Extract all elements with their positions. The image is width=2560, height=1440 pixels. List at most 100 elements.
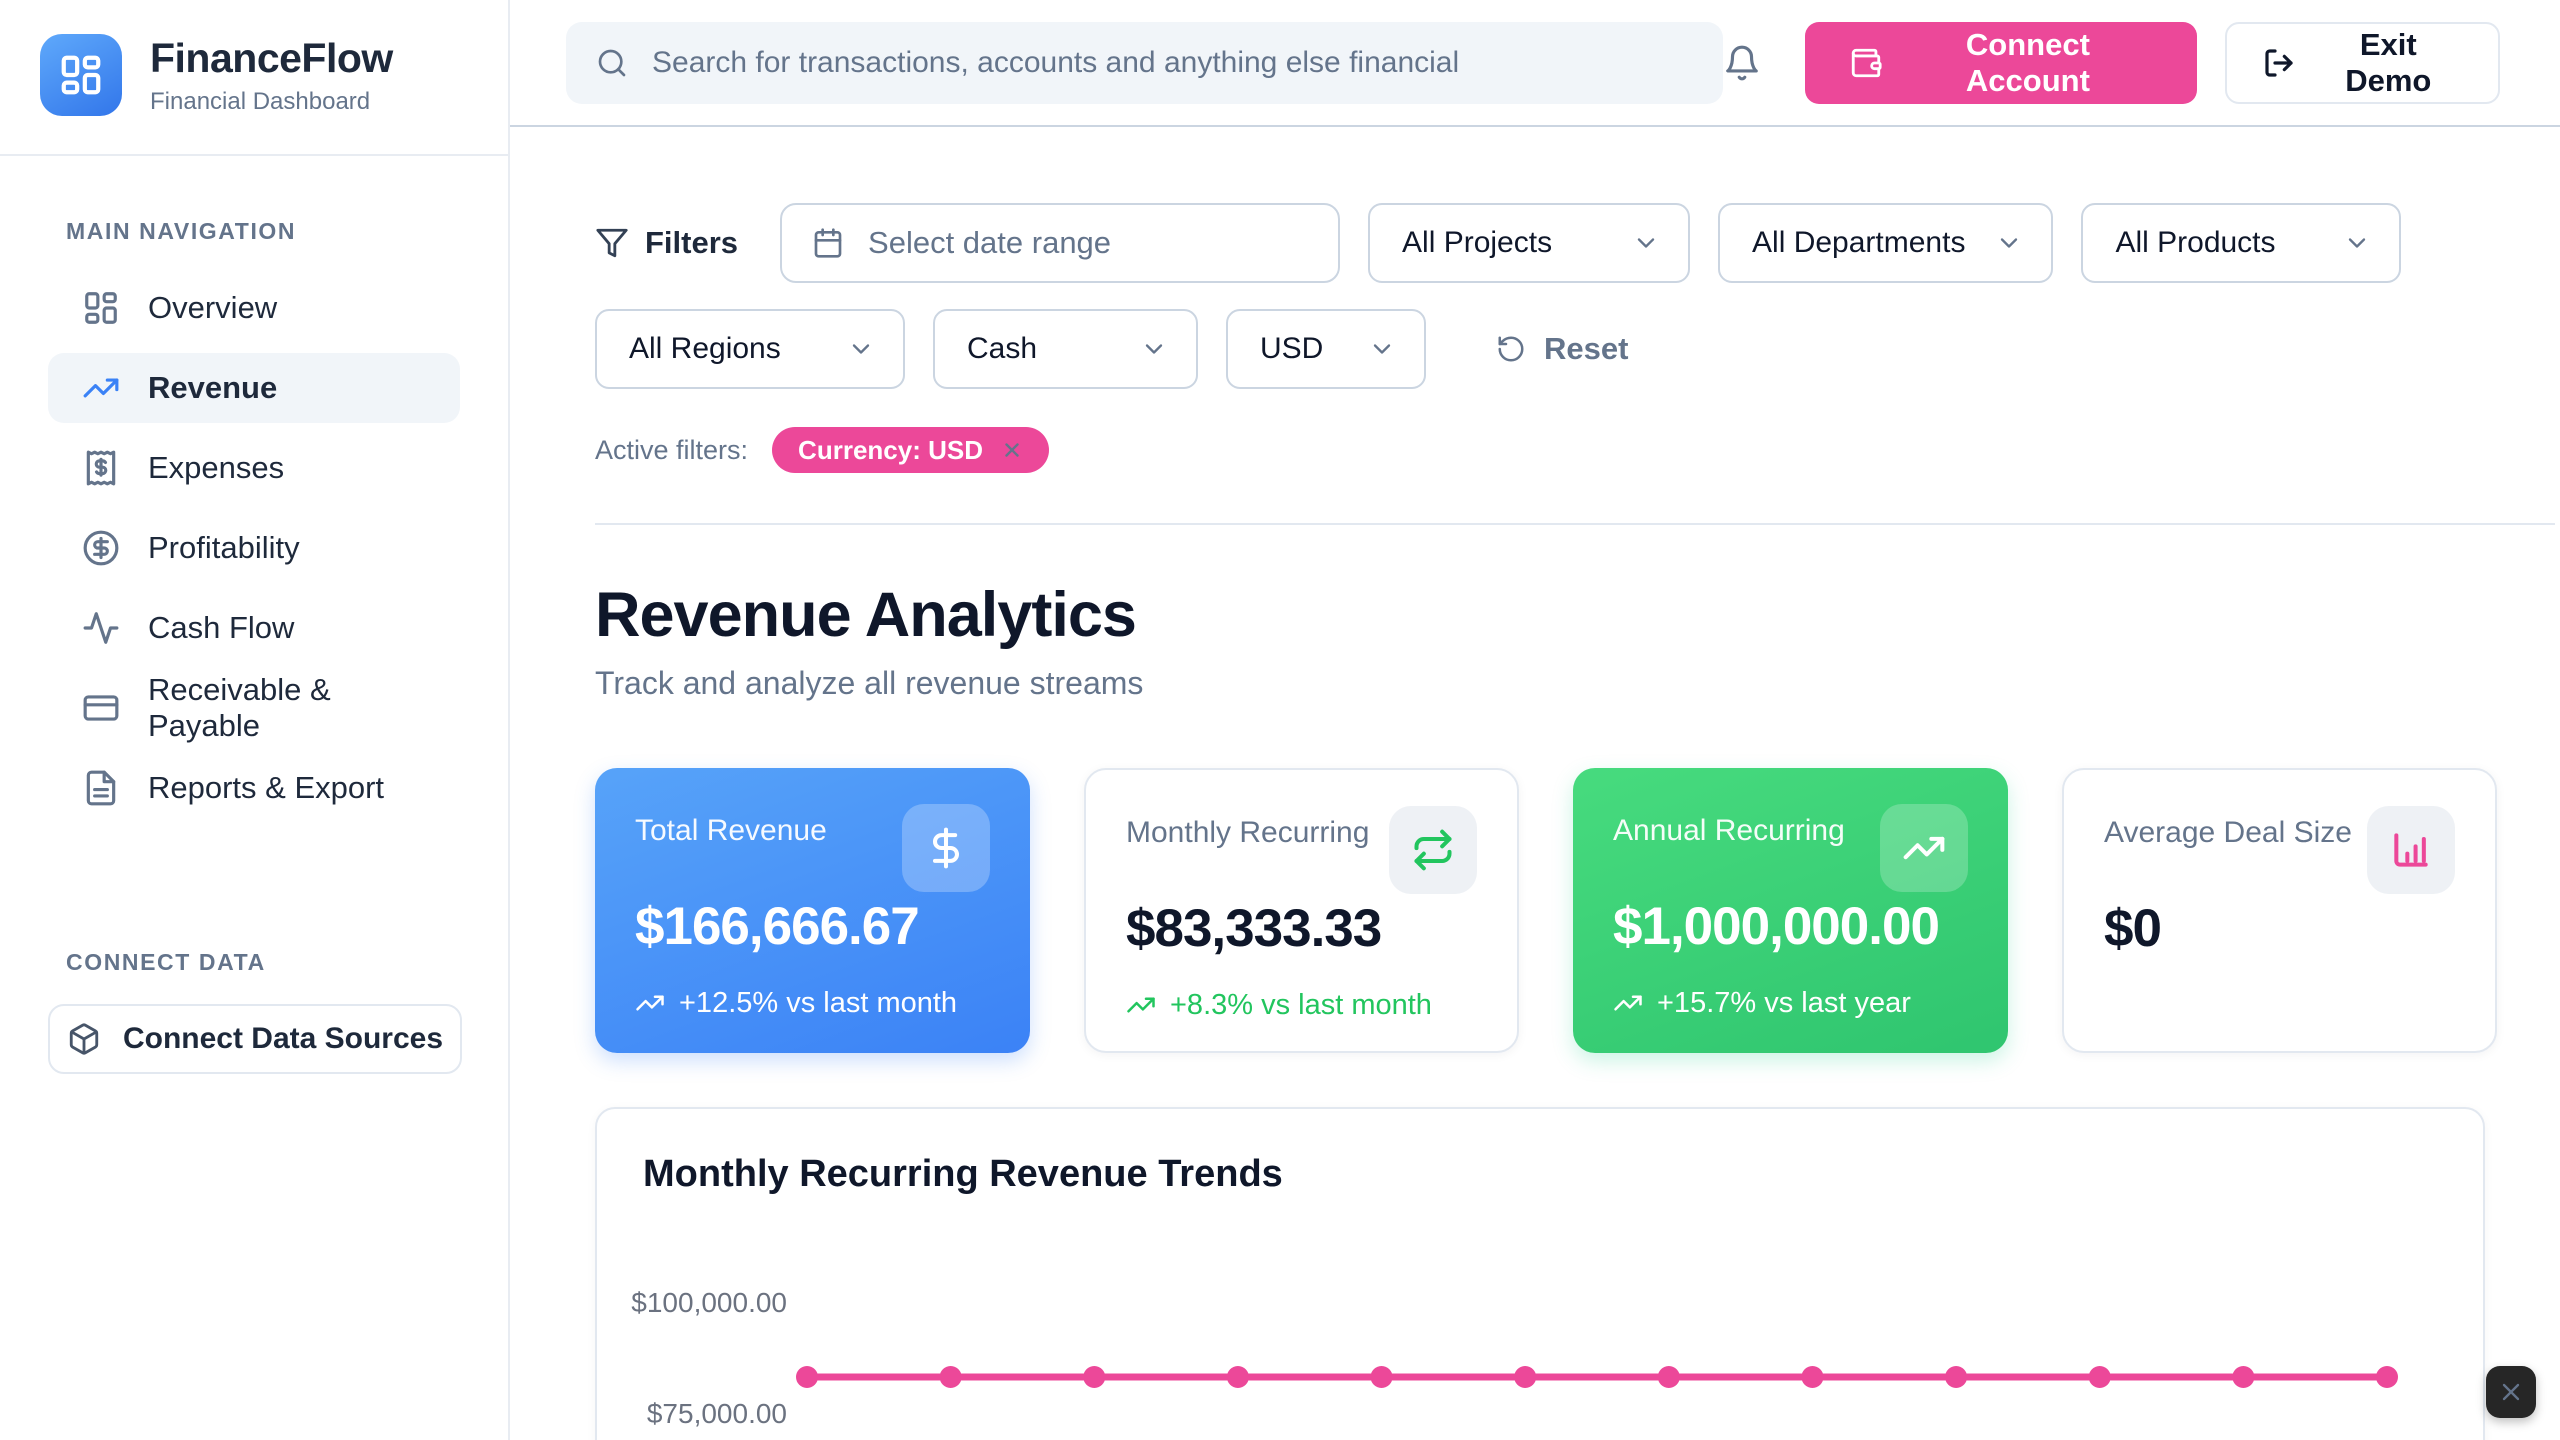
kpi-card-monthly-recurring: Monthly Recurring $83,333.33 +8.3% vs last… [1084, 768, 1519, 1053]
filter-funnel-icon [595, 226, 629, 260]
kpi-cards-row: Total Revenue $166,666.67 +12.5% vs last m… [595, 768, 2510, 1053]
filters-row-2: All Regions Cash USD Reset [595, 309, 2510, 389]
kpi-change: +15.7% vs last year [1613, 985, 1968, 1021]
sidebar-item-receivable-payable[interactable]: Receivable & Payable [48, 673, 460, 743]
sidebar-item-label: Profitability [148, 530, 300, 566]
connect-account-button[interactable]: Connect Account [1805, 22, 2196, 104]
selects-row-2: All Regions Cash USD [595, 309, 1426, 389]
sidebar: FinanceFlow Financial Dashboard MAIN NAV… [0, 0, 510, 1440]
kpi-value: $1,000,000.00 [1613, 896, 1968, 957]
sidebar-item-label: Reports & Export [148, 770, 384, 806]
cube-icon [67, 1022, 101, 1056]
dollar-icon [902, 804, 990, 892]
kpi-change-label: +12.5% vs last month [679, 985, 957, 1021]
kpi-card-annual-recurring: Annual Recurring $1,000,000.00 +15.7% vs l… [1573, 768, 2008, 1053]
date-range-picker[interactable] [780, 203, 1340, 283]
brand-subtitle: Financial Dashboard [150, 88, 393, 116]
select-value: All Products [2115, 226, 2275, 260]
connect-data-sources-label: Connect Data Sources [123, 1022, 443, 1056]
kpi-value: $0 [2104, 898, 2455, 959]
select-value: All Projects [1402, 226, 1552, 260]
main-column: Connect Account Exit Demo Filters All Pr… [510, 0, 2560, 1440]
filters-row-1: Filters All ProjectsAll DepartmentsAll P… [595, 203, 2510, 283]
log-out-icon [2263, 47, 2295, 79]
bell-icon [1723, 44, 1761, 82]
sidebar-item-profitability[interactable]: Profitability [48, 513, 460, 583]
rotate-ccw-icon [1496, 334, 1526, 364]
kpi-label: Monthly Recurring [1126, 816, 1369, 850]
active-filters-label: Active filters: [595, 435, 748, 466]
filter-select-all-departments[interactable]: All Departments [1718, 203, 2053, 283]
chart-card: Monthly Recurring Revenue Trends $100,00… [595, 1107, 2485, 1440]
circle-dollar-icon [82, 529, 120, 567]
filter-select-all-products[interactable]: All Products [2081, 203, 2401, 283]
remove-filter-x-icon[interactable] [1001, 439, 1023, 461]
close-x-icon [2497, 1378, 2525, 1406]
sidebar-item-label: Overview [148, 290, 277, 326]
select-value: All Departments [1752, 226, 1965, 260]
active-filter-chip-currency[interactable]: Currency: USD [772, 427, 1049, 473]
sidebar-item-expenses[interactable]: Expenses [48, 433, 460, 503]
trending-up-icon [1126, 990, 1156, 1020]
filter-select-all-projects[interactable]: All Projects [1368, 203, 1690, 283]
kpi-card-average-deal-size: Average Deal Size$0 [2062, 768, 2497, 1053]
filter-select-all-regions[interactable]: All Regions [595, 309, 905, 389]
kpi-label: Total Revenue [635, 814, 827, 848]
sidebar-item-cash-flow[interactable]: Cash Flow [48, 593, 460, 663]
main-navigation-label: MAIN NAVIGATION [0, 218, 508, 245]
search-icon [596, 47, 628, 79]
kpi-card-total-revenue: Total Revenue $166,666.67 +12.5% vs last m… [595, 768, 1030, 1053]
active-filter-chip-label: Currency: USD [798, 435, 983, 466]
main-navigation: Overview Revenue Expenses Profitability Cash… [0, 273, 508, 823]
search-input[interactable] [652, 46, 1693, 80]
date-range-input[interactable] [868, 225, 1308, 261]
sidebar-item-revenue[interactable]: Revenue [48, 353, 460, 423]
repeat-icon [1389, 806, 1477, 894]
kpi-change: +12.5% vs last month [635, 985, 990, 1021]
search-box[interactable] [566, 22, 1723, 104]
sidebar-item-label: Revenue [148, 370, 277, 406]
topbar: Connect Account Exit Demo [510, 0, 2560, 127]
activity-icon [82, 609, 120, 647]
receipt-icon [82, 449, 120, 487]
exit-demo-button[interactable]: Exit Demo [2225, 22, 2500, 104]
app-logo-icon [40, 34, 122, 116]
app-root: FinanceFlow Financial Dashboard MAIN NAV… [0, 0, 2560, 1440]
kpi-value: $83,333.33 [1126, 898, 1477, 959]
calendar-icon [812, 227, 844, 259]
layout-dashboard-icon [82, 289, 120, 327]
close-button[interactable] [2486, 1366, 2536, 1418]
kpi-label: Annual Recurring [1613, 814, 1845, 848]
filter-select-usd[interactable]: USD [1226, 309, 1426, 389]
chevron-down-icon [1632, 229, 1660, 257]
trending-up-icon [1613, 988, 1643, 1018]
notifications-button[interactable] [1723, 44, 1761, 82]
kpi-change-label: +15.7% vs last year [1657, 985, 1911, 1021]
trending-up-icon [635, 988, 665, 1018]
section-divider [595, 523, 2555, 525]
trending-up-icon [1880, 804, 1968, 892]
select-value: USD [1260, 332, 1323, 366]
chevron-down-icon [847, 335, 875, 363]
brand: FinanceFlow Financial Dashboard [0, 0, 508, 156]
filter-select-cash[interactable]: Cash [933, 309, 1198, 389]
active-filters-row: Active filters: Currency: USD [595, 427, 2510, 473]
select-value: All Regions [629, 332, 781, 366]
chevron-down-icon [1140, 335, 1168, 363]
reset-filters-button[interactable]: Reset [1496, 331, 1628, 367]
sidebar-item-reports-export[interactable]: Reports & Export [48, 753, 460, 823]
selects-row-1: All Projects All Departments All Products [1368, 203, 2401, 283]
kpi-value: $166,666.67 [635, 896, 990, 957]
reset-label: Reset [1544, 331, 1628, 367]
connect-data-sources-button[interactable]: Connect Data Sources [48, 1004, 462, 1074]
page-title: Revenue Analytics [595, 579, 2510, 651]
brand-text: FinanceFlow Financial Dashboard [150, 35, 393, 116]
chevron-down-icon [1368, 335, 1396, 363]
chevron-down-icon [1995, 229, 2023, 257]
page-subtitle: Track and analyze all revenue streams [595, 665, 2510, 702]
filters-title: Filters [595, 225, 738, 261]
chart-plot [597, 1109, 2487, 1440]
sidebar-item-overview[interactable]: Overview [48, 273, 460, 343]
connect-account-label: Connect Account [1903, 27, 2152, 99]
kpi-change-label: +8.3% vs last month [1170, 987, 1432, 1023]
